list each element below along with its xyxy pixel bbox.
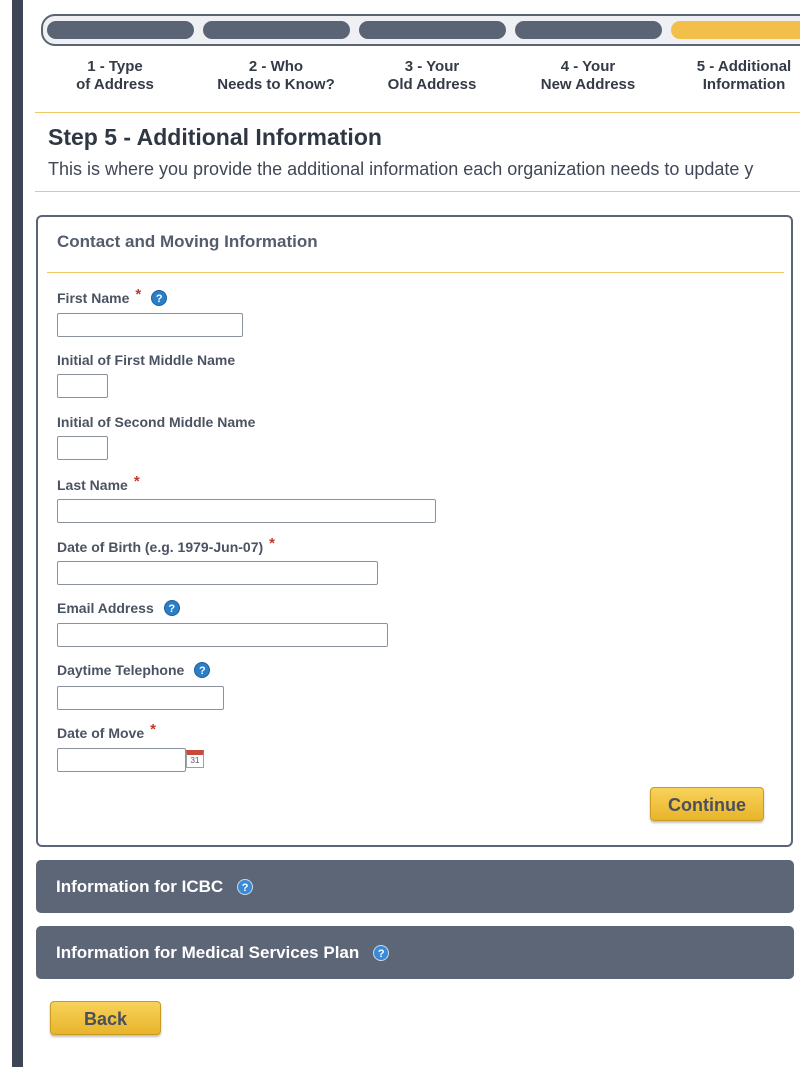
help-icon[interactable]: ? (194, 662, 211, 678)
msp-section-title: Information for Medical Services Plan (56, 942, 360, 962)
page-content: 1 - Type of Address 2 - Who Needs to Kno… (23, 0, 800, 1067)
step-5-line1: 5 - Additional (696, 58, 792, 75)
dob-label-text: Date of Birth (e.g. 1979-Jun-07) (57, 538, 264, 555)
progress-segment-2 (203, 21, 350, 39)
progress-segment-4 (515, 21, 662, 39)
step-3-line1: 3 - Your (404, 58, 460, 75)
step-3[interactable]: 3 - Your Old Address (357, 58, 507, 94)
last-name-label: Last Name * (57, 473, 140, 493)
help-icon[interactable]: ? (151, 289, 168, 306)
step-4-line2: New Address (540, 76, 636, 93)
email-input[interactable] (57, 623, 388, 647)
email-label-text: Email Address (57, 600, 154, 616)
divider (35, 112, 800, 113)
move-date-input[interactable] (57, 748, 186, 772)
required-marker: * (269, 535, 275, 552)
calendar-icon[interactable]: 31 (186, 750, 204, 768)
first-name-label: First Name * ? (57, 286, 168, 306)
help-icon[interactable]: ? (373, 944, 390, 961)
step-1-line1: 1 - Type (87, 58, 143, 75)
phone-label-text: Daytime Telephone (57, 662, 185, 678)
help-icon[interactable]: ? (163, 600, 180, 616)
move-date-label: Date of Move * (57, 721, 156, 741)
middle-initial-2-input[interactable] (57, 436, 108, 460)
email-label: Email Address ? (57, 600, 180, 616)
continue-button[interactable]: Continue (650, 787, 764, 821)
phone-input[interactable] (57, 686, 224, 710)
page-title: Step 5 - Additional Information (48, 124, 382, 150)
dob-label: Date of Birth (e.g. 1979-Jun-07) * (57, 535, 275, 555)
step-4[interactable]: 4 - Your New Address (513, 58, 663, 94)
dob-input[interactable] (57, 561, 378, 585)
step-1-line2: of Address (76, 76, 154, 93)
progress-segment-3 (359, 21, 506, 39)
help-icon[interactable]: ? (237, 878, 254, 895)
move-date-label-text: Date of Move (57, 724, 145, 741)
page-description: This is where you provide the additional… (48, 159, 754, 179)
left-border-bar (12, 0, 23, 1067)
first-name-label-text: First Name (57, 289, 130, 306)
progress-steps: 1 - Type of Address 2 - Who Needs to Kno… (23, 58, 800, 98)
icbc-section-header[interactable]: Information for ICBC ? (36, 860, 794, 913)
back-button[interactable]: Back (50, 1001, 161, 1035)
step-4-line1: 4 - Your (560, 58, 616, 75)
step-2-line1: 2 - Who (248, 58, 304, 75)
icbc-section-title: Information for ICBC (56, 876, 224, 896)
step-5: 5 - Additional Information (669, 58, 800, 94)
step-2-line2: Needs to Know? (217, 76, 335, 93)
middle-initial-1-input[interactable] (57, 374, 108, 398)
middle-initial-2-label-text: Initial of Second Middle Name (57, 414, 256, 430)
required-marker: * (150, 721, 156, 738)
phone-label: Daytime Telephone ? (57, 662, 211, 678)
contact-moving-panel: Contact and Moving Information First Nam… (36, 215, 793, 847)
required-marker: * (133, 473, 140, 490)
step-2[interactable]: 2 - Who Needs to Know? (201, 58, 351, 94)
divider (35, 191, 800, 192)
step-3-line2: Old Address (387, 76, 477, 93)
middle-initial-1-label: Initial of First Middle Name (57, 352, 235, 368)
panel-divider (47, 272, 784, 273)
middle-initial-1-label-text: Initial of First Middle Name (57, 352, 236, 368)
last-name-input[interactable] (57, 499, 436, 523)
first-name-input[interactable] (57, 313, 243, 337)
progress-segment-5-active (671, 21, 800, 39)
panel-title: Contact and Moving Information (57, 232, 318, 251)
step-1[interactable]: 1 - Type of Address (40, 58, 190, 94)
middle-initial-2-label: Initial of Second Middle Name (57, 414, 255, 430)
progress-bar (41, 14, 800, 46)
step-5-line2: Information (702, 76, 786, 93)
progress-segment-1 (47, 21, 194, 39)
required-marker: * (135, 286, 142, 303)
msp-section-header[interactable]: Information for Medical Services Plan ? (36, 926, 794, 979)
last-name-label-text: Last Name (57, 476, 128, 493)
